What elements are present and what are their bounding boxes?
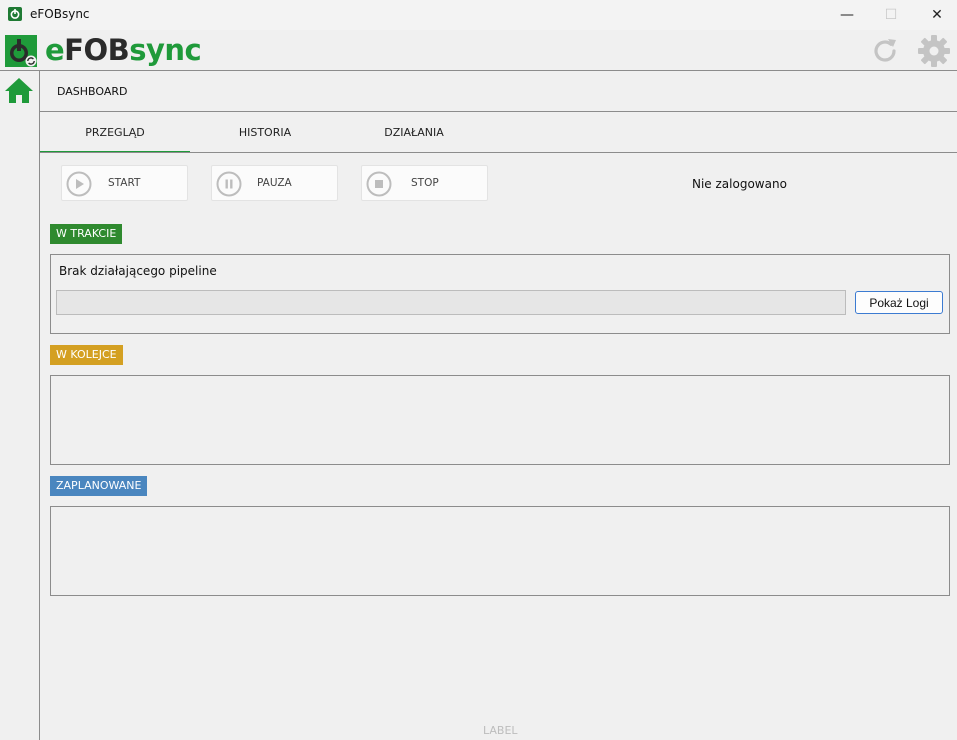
app-header: eFOBsync — [0, 30, 957, 71]
tab-overview[interactable]: PRZEGLĄD — [40, 112, 190, 153]
divider — [40, 152, 957, 153]
tab-actions[interactable]: DZIAŁANIA — [339, 112, 489, 152]
scheduled-badge: ZAPLANOWANE — [50, 476, 148, 496]
logo-sync: sync — [129, 33, 202, 67]
stop-button[interactable]: STOP — [361, 165, 488, 201]
tab-history[interactable]: HISTORIA — [190, 112, 340, 152]
logo-icon — [5, 35, 37, 67]
in-progress-badge: W TRAKCIE — [50, 224, 123, 244]
maximize-button[interactable]: ☐ — [868, 0, 914, 30]
window-title: eFOBsync — [30, 7, 90, 21]
minimize-button[interactable]: — — [824, 0, 870, 30]
close-button[interactable]: ✕ — [914, 0, 957, 30]
show-logs-button[interactable]: Pokaż Logi — [855, 291, 943, 314]
home-icon[interactable] — [4, 75, 34, 105]
title-bar: eFOBsync — ☐ ✕ — [0, 0, 957, 30]
stop-label: STOP — [411, 177, 439, 189]
logo-e: e — [45, 33, 65, 67]
sidebar — [0, 71, 40, 740]
pipeline-progress-bar — [56, 290, 846, 315]
breadcrumb: DASHBOARD — [57, 85, 128, 98]
pipeline-message: Brak działającego pipeline — [59, 264, 217, 278]
start-button[interactable]: START — [61, 165, 188, 201]
logo-text: eFOBsync — [45, 32, 202, 68]
queue-panel — [50, 375, 950, 465]
login-status: Nie zalogowano — [692, 177, 787, 191]
footer-label: LABEL — [483, 724, 518, 737]
logo-fob: FOB — [64, 33, 130, 67]
in-progress-panel: Brak działającego pipeline Pokaż Logi — [50, 254, 950, 334]
play-icon — [66, 171, 92, 197]
pause-button[interactable]: PAUZA — [211, 165, 338, 201]
scheduled-panel — [50, 506, 950, 596]
pause-label: PAUZA — [257, 177, 292, 189]
stop-icon — [366, 171, 392, 197]
start-label: START — [108, 177, 141, 189]
queue-badge: W KOLEJCE — [50, 345, 123, 365]
pause-icon — [216, 171, 242, 197]
refresh-icon[interactable] — [868, 34, 902, 68]
app-icon — [8, 7, 22, 21]
gear-icon[interactable] — [917, 34, 951, 68]
